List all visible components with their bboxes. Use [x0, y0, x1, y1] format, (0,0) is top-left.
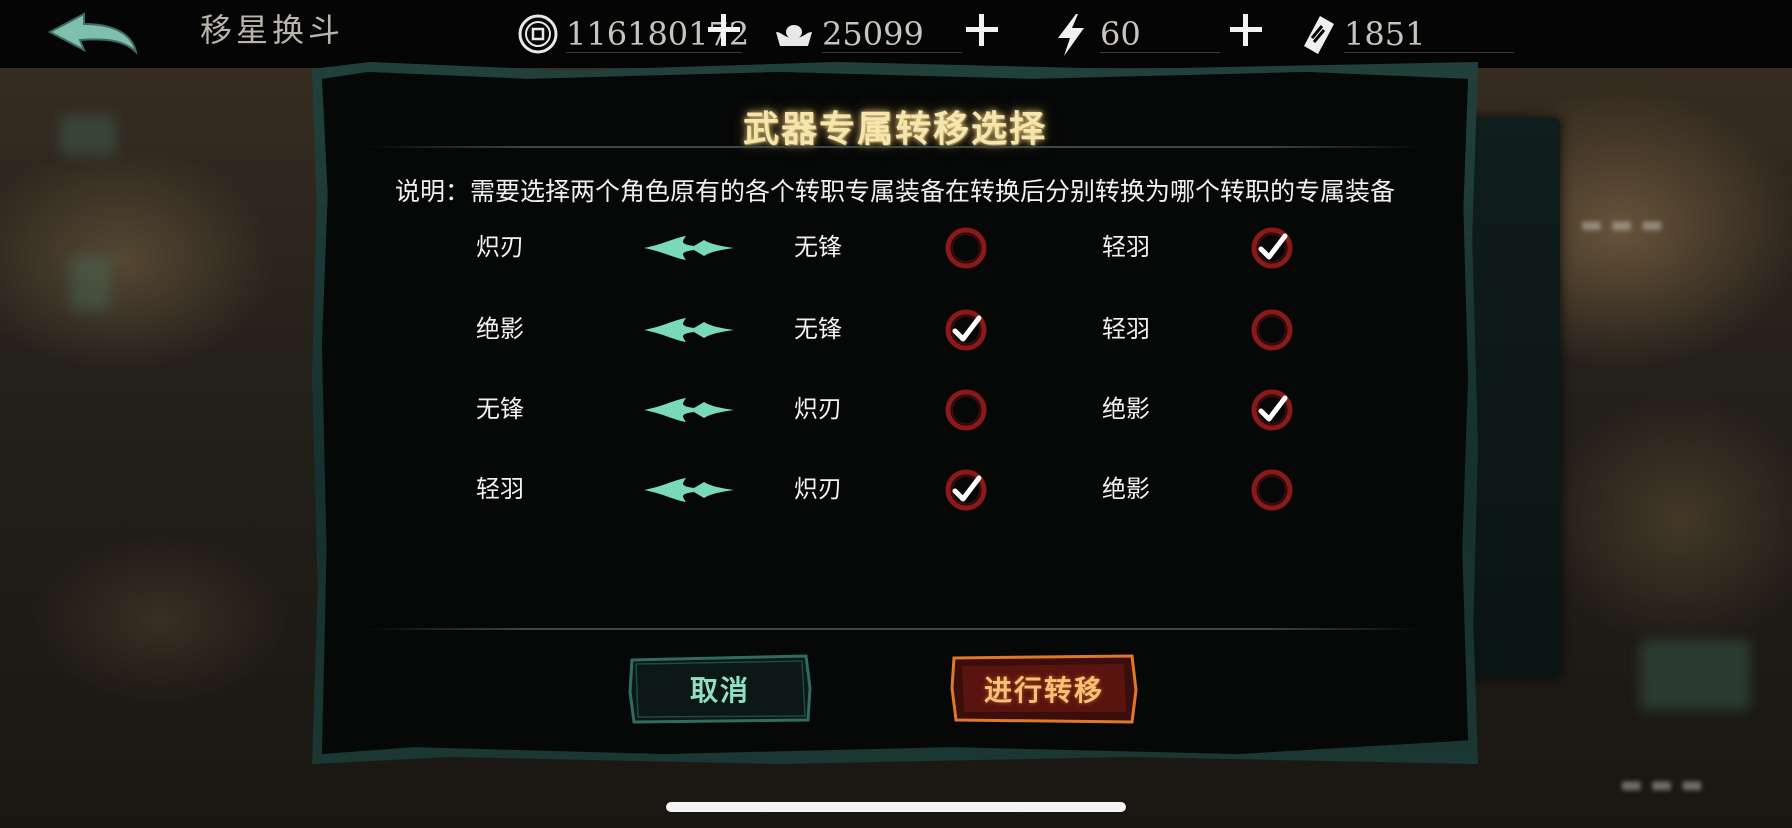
coin-icon: [518, 14, 558, 54]
transfer-arrow-icon: [644, 316, 734, 344]
resource-underline: [1100, 52, 1220, 53]
transfer-arrow-icon: [644, 234, 734, 262]
checked-radio-icon: [945, 469, 987, 511]
cancel-button[interactable]: 取消: [626, 652, 814, 726]
target-class-option-b: 轻羽: [1102, 233, 1150, 261]
bottom-divider: [364, 628, 1426, 630]
background-blurred-text: ▬ ▬ ▬: [1580, 210, 1664, 238]
resource-tickets: 1851: [1294, 8, 1524, 58]
home-indicator[interactable]: [666, 802, 1126, 812]
confirm-transfer-button[interactable]: 进行转移: [950, 652, 1138, 726]
back-arrow-icon: [47, 12, 138, 56]
silver-amount: 25099: [822, 15, 924, 53]
lightning-energy-icon: [1058, 14, 1084, 56]
transfer-arrow-icon: [644, 396, 734, 424]
source-class-label: 绝影: [476, 315, 524, 343]
radio-circle-icon: [945, 389, 987, 431]
source-class-label: 炽刃: [476, 233, 524, 261]
silver-ingot-icon: [776, 25, 812, 46]
target-class-option-a: 无锋: [794, 233, 842, 261]
resource-underline: [566, 52, 742, 53]
target-class-option-a: 炽刃: [794, 475, 842, 503]
resource-silver: 25099: [772, 8, 972, 58]
checked-radio-icon: [1251, 227, 1293, 269]
target-class-option-b: 绝影: [1102, 475, 1150, 503]
energy-amount: 60: [1100, 15, 1141, 53]
top-bar: 移星换斗 116180172 25099 60 1851: [0, 0, 1792, 68]
option-a-radio[interactable]: [942, 466, 990, 514]
selection-row: 炽刃 无锋 轻羽: [322, 218, 1468, 278]
selection-row: 绝影 无锋 轻羽: [322, 300, 1468, 360]
add-coins-button[interactable]: [706, 12, 742, 48]
option-b-radio[interactable]: [1248, 386, 1296, 434]
checked-radio-icon: [945, 309, 987, 351]
back-button[interactable]: [44, 10, 144, 60]
ticket-icon: [1304, 16, 1334, 54]
checked-radio-icon: [1251, 389, 1293, 431]
screen-title: 移星换斗: [200, 11, 345, 49]
option-a-radio[interactable]: [942, 386, 990, 434]
option-b-radio[interactable]: [1248, 224, 1296, 272]
background-decoration: [1640, 640, 1750, 710]
radio-circle-icon: [945, 227, 987, 269]
dialog-description: 说明：需要选择两个角色原有的各个转职专属装备在转换后分别转换为哪个转职的专属装备: [394, 177, 1395, 206]
resource-underline: [822, 52, 962, 53]
selection-row: 无锋 炽刃 绝影: [322, 380, 1468, 440]
add-energy-button[interactable]: [1228, 12, 1264, 48]
target-class-option-a: 无锋: [794, 315, 842, 343]
dialog-title: 武器专属转移选择: [742, 108, 1047, 150]
target-class-option-a: 炽刃: [794, 395, 842, 423]
radio-circle-icon: [1251, 309, 1293, 351]
background-decoration: [60, 115, 116, 155]
cancel-button-label: 取消: [689, 674, 750, 707]
background-decoration: [70, 255, 110, 311]
option-b-radio[interactable]: [1248, 306, 1296, 354]
confirm-button-label: 进行转移: [983, 674, 1104, 707]
title-divider: [364, 146, 1426, 148]
resource-underline: [1344, 52, 1514, 53]
option-b-radio[interactable]: [1248, 466, 1296, 514]
target-class-option-b: 轻羽: [1102, 315, 1150, 343]
selection-row: 轻羽 炽刃 绝影: [322, 460, 1468, 520]
add-silver-button[interactable]: [964, 12, 1000, 48]
transfer-arrow-icon: [644, 476, 734, 504]
option-a-radio[interactable]: [942, 224, 990, 272]
source-class-label: 轻羽: [476, 475, 524, 503]
target-class-option-b: 绝影: [1102, 395, 1150, 423]
transfer-selection-dialog: 武器专属转移选择 说明：需要选择两个角色原有的各个转职专属装备在转换后分别转换为…: [322, 72, 1468, 754]
option-a-radio[interactable]: [942, 306, 990, 354]
source-class-label: 无锋: [476, 395, 524, 423]
ticket-amount: 1851: [1344, 15, 1426, 53]
radio-circle-icon: [1251, 469, 1293, 511]
background-blurred-text: ▬ ▬ ▬: [1620, 770, 1704, 798]
